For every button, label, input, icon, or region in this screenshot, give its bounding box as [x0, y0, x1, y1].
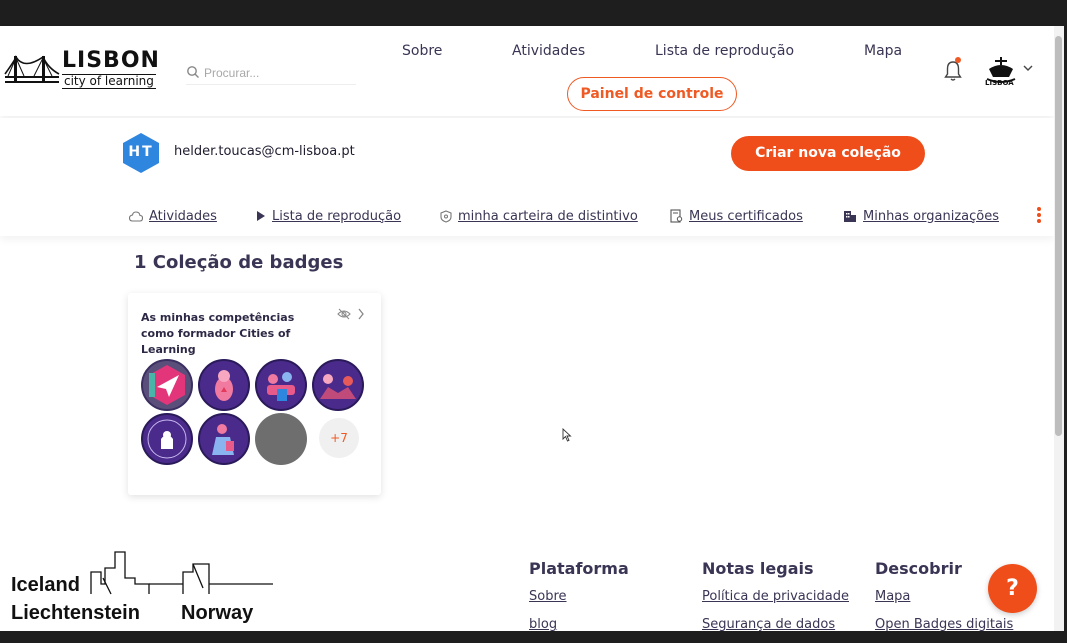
group-badge-icon: [255, 359, 307, 411]
footer-column-title-notas-legais: Notas legais: [702, 559, 814, 578]
page-scrollbar[interactable]: [1054, 26, 1064, 631]
notification-bell-icon[interactable]: [943, 60, 963, 82]
search-input[interactable]: [202, 62, 356, 84]
tab-label: Meus certificados: [689, 208, 803, 224]
dashboard-button[interactable]: Painel de controle: [567, 77, 737, 111]
tab-organizacoes[interactable]: Minhas organizações: [843, 206, 999, 226]
footer-brand-liechtenstein: Liechtenstein: [11, 602, 140, 624]
nav-sobre[interactable]: Sobre: [402, 43, 442, 59]
tab-certificados[interactable]: Meus certificados: [670, 206, 803, 226]
profile-tabs: Atividades Lista de reprodução minha car…: [0, 206, 1054, 228]
century-badge-icon: [141, 413, 193, 465]
nav-lista-reproducao[interactable]: Lista de reprodução: [655, 43, 794, 59]
notification-dot: [955, 57, 961, 63]
tab-carteira-distintivo[interactable]: minha carteira de distintivo: [440, 206, 638, 226]
skyline-lines-icon: [90, 551, 273, 595]
badge-2[interactable]: [198, 359, 250, 411]
mouse-cursor-icon: [562, 428, 572, 442]
footer-link-seguranca[interactable]: Segurança de dados: [702, 617, 835, 632]
tab-label: Lista de reprodução: [272, 208, 402, 224]
logo-title: LISBON: [62, 48, 160, 73]
paper-plane-badge-icon: [141, 359, 193, 411]
tab-lista-reproducao[interactable]: Lista de reprodução: [256, 206, 401, 226]
collection-title: As minhas competências como formador Cit…: [141, 311, 295, 356]
user-email: helder.toucas@cm-lisboa.pt: [174, 144, 355, 159]
tab-label: Atividades: [149, 208, 217, 224]
footer-link-open-badges[interactable]: Open Badges digitais: [875, 617, 1013, 632]
eye-off-icon[interactable]: [337, 308, 351, 320]
create-collection-button[interactable]: Criar nova coleção: [731, 136, 925, 171]
more-options-icon[interactable]: [1036, 206, 1042, 224]
user-avatar: HT: [122, 132, 160, 174]
badge-5[interactable]: [141, 413, 193, 465]
play-icon: [257, 211, 265, 221]
window-top-bar: [0, 0, 1067, 26]
footer-link-mapa[interactable]: Mapa: [875, 589, 910, 604]
badge-3[interactable]: [255, 359, 307, 411]
badge-7-placeholder[interactable]: [255, 413, 307, 465]
figure-badge-icon: [198, 359, 250, 411]
footer-link-blog[interactable]: blog: [529, 617, 557, 632]
logo-subtitle: city of learning: [62, 74, 156, 89]
footer-brand-iceland: Iceland: [11, 574, 80, 596]
avatar-initials: HT: [128, 144, 154, 160]
person-badge-icon: [198, 413, 250, 465]
chevron-right-icon[interactable]: [357, 308, 365, 320]
site-header: LISBON city of learning Sobre Atividades…: [0, 26, 1054, 116]
building-icon: [844, 211, 856, 222]
chevron-down-icon[interactable]: [1023, 64, 1033, 72]
nav-atividades[interactable]: Atividades: [512, 43, 585, 59]
profile-band: HT helder.toucas@cm-lisboa.pt Criar nova…: [0, 118, 1054, 236]
badge-4[interactable]: [312, 359, 364, 411]
eea-grants-logo: Iceland Liechtenstein Norway: [11, 548, 273, 628]
search-box[interactable]: [186, 62, 356, 85]
cloud-icon: [129, 210, 143, 222]
collections-title: 1 Coleção de badges: [134, 252, 344, 273]
team-badge-icon: [312, 359, 364, 411]
nav-mapa[interactable]: Mapa: [864, 43, 902, 59]
window-bottom-bar: [0, 631, 1067, 643]
lisboa-logo-text: LISBOA: [985, 79, 1014, 87]
help-button[interactable]: ?: [988, 564, 1037, 613]
badge-6[interactable]: [198, 413, 250, 465]
footer-column-title-descobrir: Descobrir: [875, 559, 962, 578]
tab-label: minha carteira de distintivo: [458, 208, 638, 224]
more-badges-count[interactable]: +7: [319, 418, 359, 458]
lisbon-logo[interactable]: LISBON city of learning: [4, 48, 164, 90]
tab-label: Minhas organizações: [863, 208, 999, 224]
shield-icon: [440, 209, 452, 223]
bridge-icon: [4, 55, 60, 83]
scrollbar-thumb[interactable]: [1055, 36, 1062, 436]
footer-link-sobre[interactable]: Sobre: [529, 589, 567, 604]
footer-column-title-plataforma: Plataforma: [529, 559, 629, 578]
certificate-icon: [670, 209, 683, 223]
badge-1[interactable]: [141, 359, 193, 411]
search-icon: [187, 66, 199, 78]
tab-atividades[interactable]: Atividades: [129, 206, 217, 226]
footer-link-privacidade[interactable]: Política de privacidade: [702, 589, 849, 604]
footer-brand-norway: Norway: [181, 602, 254, 624]
